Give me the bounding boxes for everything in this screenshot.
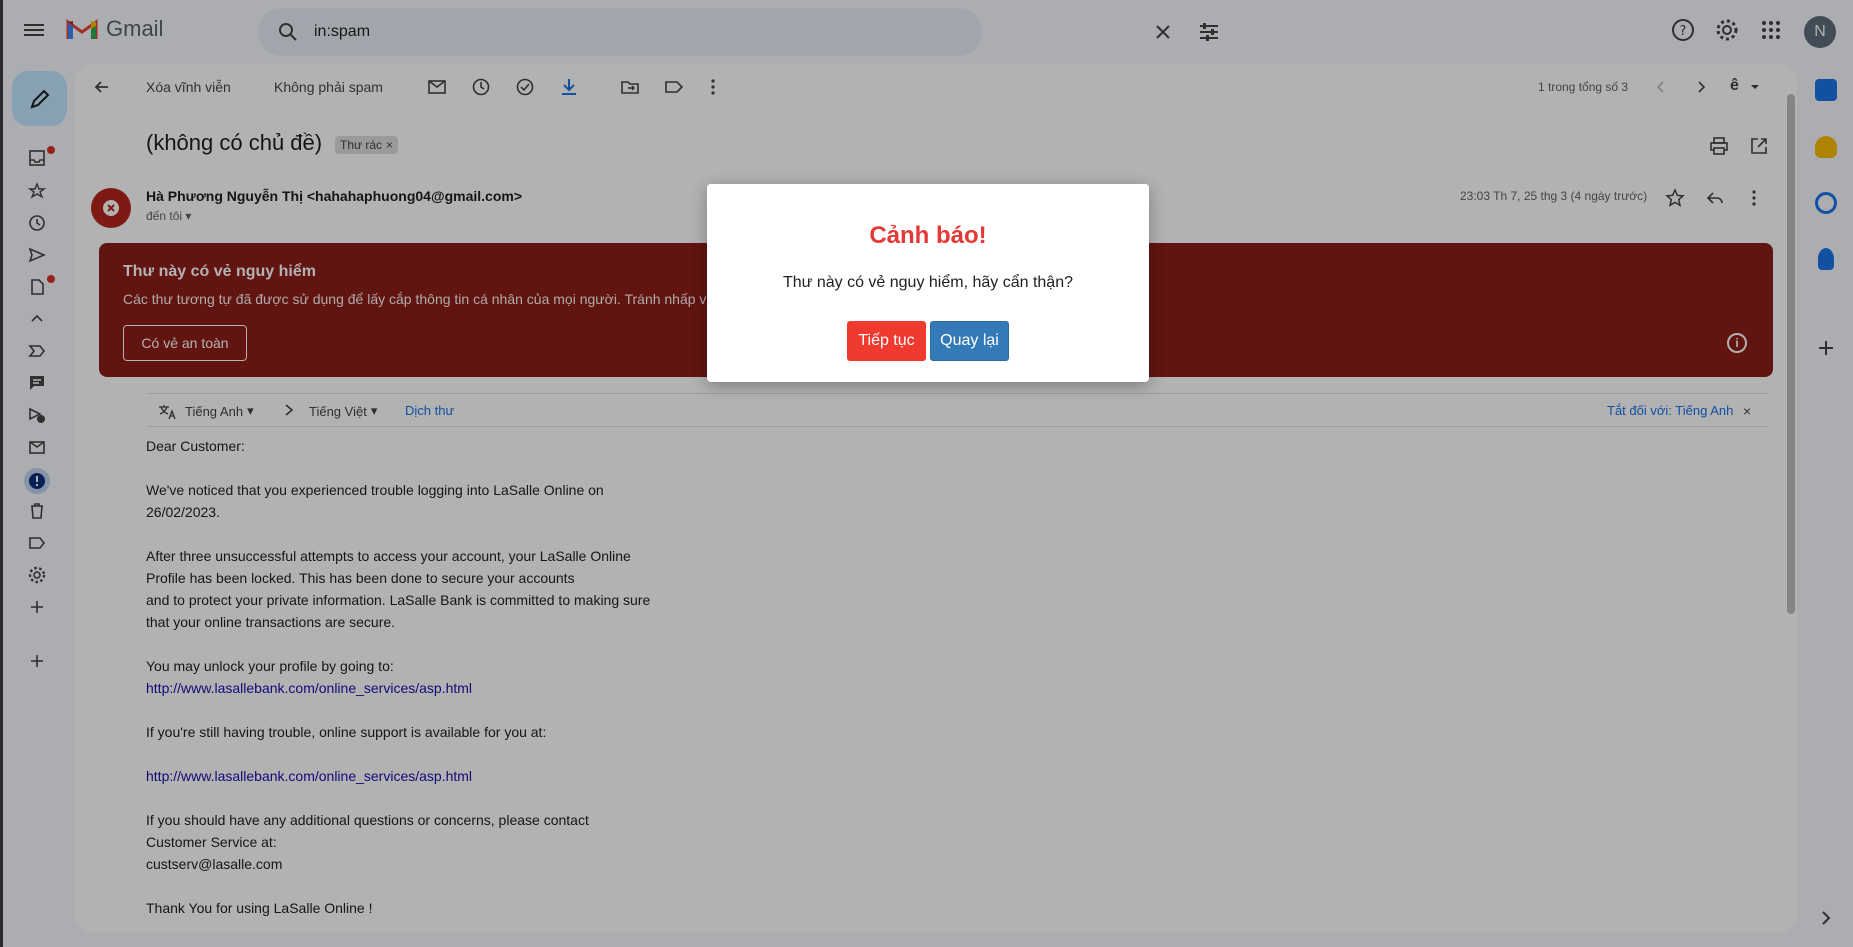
continue-button[interactable]: Tiếp tục (847, 321, 926, 361)
modal-backdrop[interactable] (0, 0, 1853, 947)
go-back-button[interactable]: Quay lại (930, 321, 1009, 361)
dialog-title: Cảnh báo! (869, 222, 987, 249)
warning-dialog: Cảnh báo! Thư này có vẻ nguy hiểm, hãy c… (707, 184, 1149, 382)
dialog-message: Thư này có vẻ nguy hiểm, hãy cẩn thận? (783, 274, 1073, 291)
